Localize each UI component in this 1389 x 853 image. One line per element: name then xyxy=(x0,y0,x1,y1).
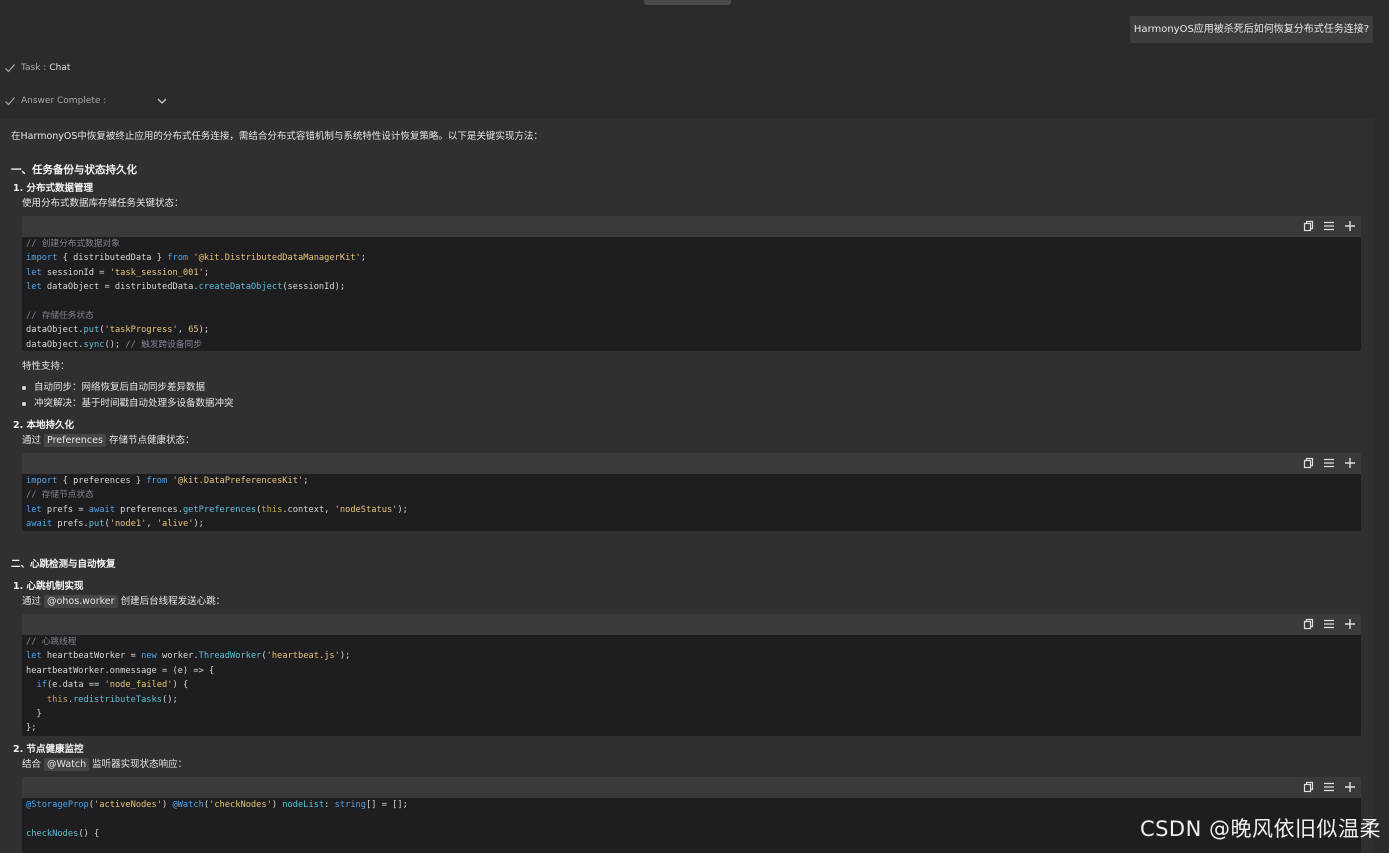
inline-code: @Watch xyxy=(44,758,90,771)
s1-item1-title: 1. 分布式数据管理 xyxy=(13,183,94,194)
inline-code: @ohos.worker xyxy=(44,595,118,608)
code-header xyxy=(22,453,1361,474)
code-block-heartbeat: // 心跳线程 let heartbeatWorker = new worker… xyxy=(22,614,1361,736)
top-handle[interactable] xyxy=(644,0,731,5)
plus-icon[interactable] xyxy=(1344,220,1356,232)
code-content: // 创建分布式数据对象 import { distributedData } … xyxy=(26,239,366,350)
plus-icon[interactable] xyxy=(1344,618,1356,630)
task-value: Chat xyxy=(49,63,71,73)
text-fragment: 结合 xyxy=(22,759,42,770)
text-fragment: 监听器实现状态响应： xyxy=(92,759,188,770)
s2-item1-title: 1. 心跳机制实现 xyxy=(13,581,84,592)
list-icon[interactable] xyxy=(1323,781,1335,793)
s2-item1-desc: 通过 @ohos.worker 创建后台线程发送心跳： xyxy=(22,593,226,608)
user-message-bubble: HarmonyOS应用被杀死后如何恢复分布式任务连接? xyxy=(1130,16,1373,43)
code-block-distributed-data: // 创建分布式数据对象 import { distributedData } … xyxy=(22,216,1361,351)
copy-icon[interactable] xyxy=(1302,457,1314,469)
s2-item2-desc: 结合 @Watch 监听器实现状态响应： xyxy=(22,756,188,771)
answer-intro: 在HarmonyOS中恢复被终止应用的分布式任务连接，需结合分布式容错机制与系统… xyxy=(11,131,543,142)
inline-code: Preferences xyxy=(44,434,106,447)
text-fragment: 通过 xyxy=(22,435,42,446)
code-header xyxy=(22,614,1361,635)
check-icon xyxy=(5,97,15,106)
list-icon[interactable] xyxy=(1323,457,1335,469)
code-header xyxy=(22,777,1361,798)
check-icon xyxy=(5,64,15,73)
section-2-title: 二、心跳检测与自动恢复 xyxy=(11,559,116,570)
task-status-row: Task : Chat xyxy=(4,61,70,75)
plus-icon[interactable] xyxy=(1344,781,1356,793)
list-icon[interactable] xyxy=(1323,220,1335,232)
task-label: Task : xyxy=(21,63,47,73)
text-fragment: 存储节点健康状态： xyxy=(108,435,195,446)
text-fragment: 通过 xyxy=(22,596,42,607)
copy-icon[interactable] xyxy=(1302,781,1314,793)
s1-item2-title: 2. 本地持久化 xyxy=(13,420,75,431)
chevron-down-icon[interactable] xyxy=(156,95,168,107)
answer-panel: 在HarmonyOS中恢复被终止应用的分布式任务连接，需结合分布式容错机制与系统… xyxy=(0,119,1373,853)
s1-item2-desc: 通过 Preferences 存储节点健康状态： xyxy=(22,432,195,447)
code-content: import { preferences } from '@kit.DataPr… xyxy=(26,476,408,530)
csdn-watermark: CSDN @晚风依旧似温柔 xyxy=(1139,817,1381,841)
user-message-text: HarmonyOS应用被杀死后如何恢复分布式任务连接? xyxy=(1133,24,1370,35)
plus-icon[interactable] xyxy=(1344,457,1356,469)
features-label: 特性支持： xyxy=(22,361,70,372)
section-1-title: 一、任务备份与状态持久化 xyxy=(11,164,137,176)
copy-icon[interactable] xyxy=(1302,220,1314,232)
s1-item1-desc: 使用分布式数据库存储任务关键状态： xyxy=(22,198,184,209)
text-fragment: 创建后台线程发送心跳： xyxy=(120,596,226,607)
s2-item2-title: 2. 节点健康监控 xyxy=(13,744,84,755)
list-icon[interactable] xyxy=(1323,618,1335,630)
bullet-conflict: 冲突解决：基于时间戳自动处理多设备数据冲突 xyxy=(22,395,234,409)
answer-complete-label: Answer Complete : xyxy=(21,96,107,106)
answer-status-row: Answer Complete : xyxy=(4,94,168,108)
bullet-auto-sync: 自动同步：网络恢复后自动同步差异数据 xyxy=(22,379,205,393)
copy-icon[interactable] xyxy=(1302,618,1314,630)
code-block-preferences: import { preferences } from '@kit.DataPr… xyxy=(22,453,1361,531)
code-header xyxy=(22,216,1361,237)
code-content: // 心跳线程 let heartbeatWorker = new worker… xyxy=(26,637,351,734)
